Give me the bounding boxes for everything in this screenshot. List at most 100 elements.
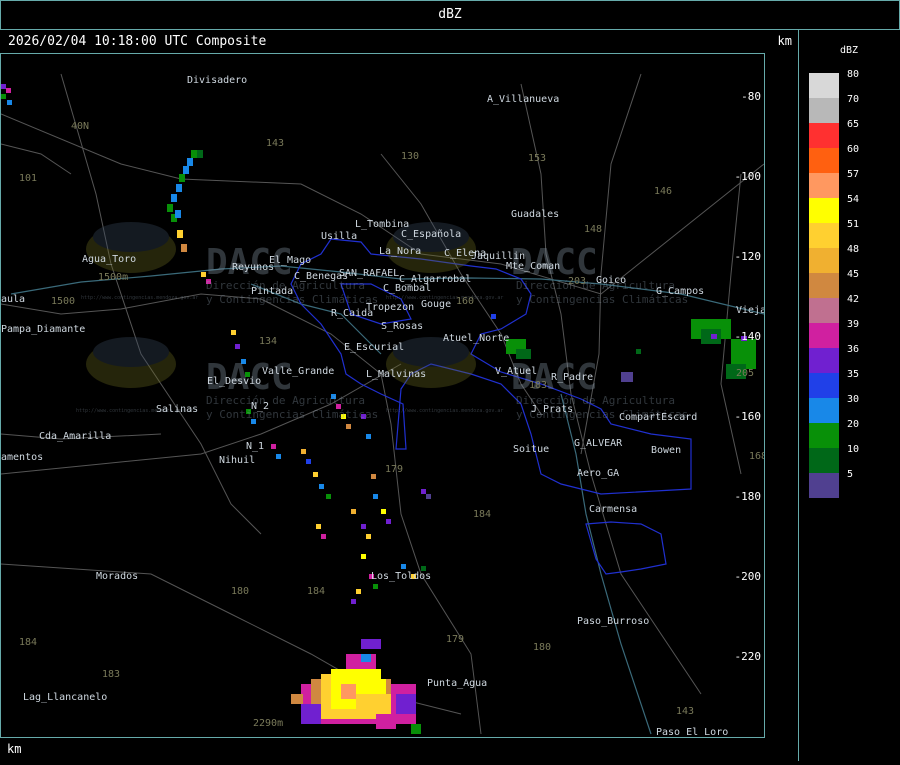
radar-map-svg: DACC DACC DACC DACC Dirección de Agricul… [0, 73, 767, 754]
echo-pixel [366, 534, 371, 539]
place-label: La_Nora [379, 246, 421, 257]
echo-pixel [361, 639, 381, 649]
elevation-label: 148 [584, 224, 602, 235]
place-label: Reyunos [232, 262, 274, 273]
place-label: V_Atuel [495, 366, 537, 377]
place-label: Valle_Grande [262, 366, 334, 377]
echo-pixel [1, 94, 6, 99]
place-label: G_Campos [656, 286, 704, 297]
title-bar: dBZ [0, 0, 900, 30]
echo-pixel [276, 454, 281, 459]
echo-pixel [346, 424, 351, 429]
watermark-line2: y Contingencias Climáticas [206, 408, 378, 421]
place-label: Agua_Toro [82, 254, 136, 265]
legend-label: 20 [847, 419, 859, 430]
echo-pixel [6, 88, 11, 93]
elevation-label: 143 [676, 706, 694, 717]
echo-pixel [361, 654, 371, 662]
echo-pixel [191, 150, 197, 158]
legend-swatch [809, 173, 839, 198]
legend-label: 10 [847, 444, 859, 455]
legend-swatch [809, 123, 839, 148]
echo-pixel [386, 519, 391, 524]
place-label: Los_Toldos [371, 571, 431, 582]
echo-pixel [231, 330, 236, 335]
place-label: SAN_RAFAEL [339, 268, 399, 279]
elevation-label: 101 [19, 173, 37, 184]
echo-pixel [319, 484, 324, 489]
elevation-label: 179 [385, 464, 403, 475]
place-label: N_2 [251, 401, 269, 412]
legend-label: 48 [847, 244, 859, 255]
echo-pixel [176, 184, 182, 192]
y-tick-label: -140 [735, 330, 762, 343]
y-tick-label: -100 [735, 170, 762, 183]
elevation-label: 1500 [51, 296, 75, 307]
echo-pixel [326, 494, 331, 499]
elevation-label: 146 [654, 186, 672, 197]
window-title: dBZ [438, 7, 462, 22]
echo-pixel [351, 599, 356, 604]
elevation-label: 205 [736, 368, 754, 379]
place-label: Divisadero [187, 75, 247, 86]
elevation-label: 184 [473, 509, 491, 520]
y-tick-label: -180 [735, 490, 762, 503]
elevation-label: 130 [401, 151, 419, 162]
radar-map-panel[interactable]: 2026/02/04 10:18:00 UTC Composite km km [0, 29, 799, 761]
echo-pixel [187, 158, 193, 166]
place-label: Atuel_Norte [443, 333, 509, 344]
elevation-label: 2290m [253, 718, 283, 729]
place-label: Gouge [421, 299, 451, 310]
y-tick-label: -80 [741, 90, 761, 103]
place-label: A_Villanueva [487, 94, 559, 105]
echo-pixel [361, 524, 366, 529]
echo-pixel [401, 564, 406, 569]
legend-label: 80 [847, 69, 859, 80]
elevation-label: 183 [529, 380, 547, 391]
echo-pixel [376, 714, 396, 729]
legend-swatch [809, 423, 839, 448]
legend-swatch [809, 473, 839, 498]
place-label: R_Padre [551, 372, 593, 383]
radar-plot-area[interactable]: DACC DACC DACC DACC Dirección de Agricul… [0, 53, 767, 754]
y-tick-label: -160 [735, 410, 762, 423]
place-label: Soitue [513, 444, 549, 455]
place-label: Pintada [251, 286, 293, 297]
echo-pixel [313, 472, 318, 477]
watermark-url: http://www.contingencias.mendoza.gov.ar [386, 408, 503, 414]
echo-pixel [381, 509, 386, 514]
echo-pixel [356, 589, 361, 594]
place-label: El_Mago [269, 255, 311, 266]
legend-swatch [809, 198, 839, 223]
legend-swatch [809, 298, 839, 323]
y-unit-label: km [777, 34, 792, 48]
place-label: Bowen [651, 445, 681, 456]
place-label: Paso_Burroso [577, 616, 649, 627]
place-label: El_Desvio [207, 376, 261, 387]
place-label: G_ALVEAR [574, 438, 623, 449]
echo-pixel [301, 704, 321, 724]
echo-pixel [396, 694, 416, 714]
echo-pixel [426, 494, 431, 499]
place-label: Lag_Llancanelo [23, 692, 107, 703]
place-label: Punta_Agua [427, 678, 487, 689]
legend-label: 45 [847, 269, 859, 280]
echo-pixel [183, 166, 189, 174]
echo-pixel [491, 314, 496, 319]
legend-swatch [809, 248, 839, 273]
echo-pixel [366, 434, 371, 439]
echo-pixel [411, 724, 421, 734]
place-label: Salinas [156, 404, 198, 415]
elevation-label: 160 [456, 296, 474, 307]
echo-pixel [181, 244, 187, 252]
echo-pixel [1, 84, 6, 89]
legend-swatch [809, 273, 839, 298]
y-tick-label: -120 [735, 250, 762, 263]
watermark-line1: Dirección de Agricultura [206, 394, 365, 407]
place-label: aula [1, 294, 25, 305]
echo-pixel [306, 459, 311, 464]
place-label: R_Caida [331, 308, 373, 319]
elevation-label: 184 [19, 637, 37, 648]
echo-pixel [171, 194, 177, 202]
echo-pixel [197, 150, 203, 158]
